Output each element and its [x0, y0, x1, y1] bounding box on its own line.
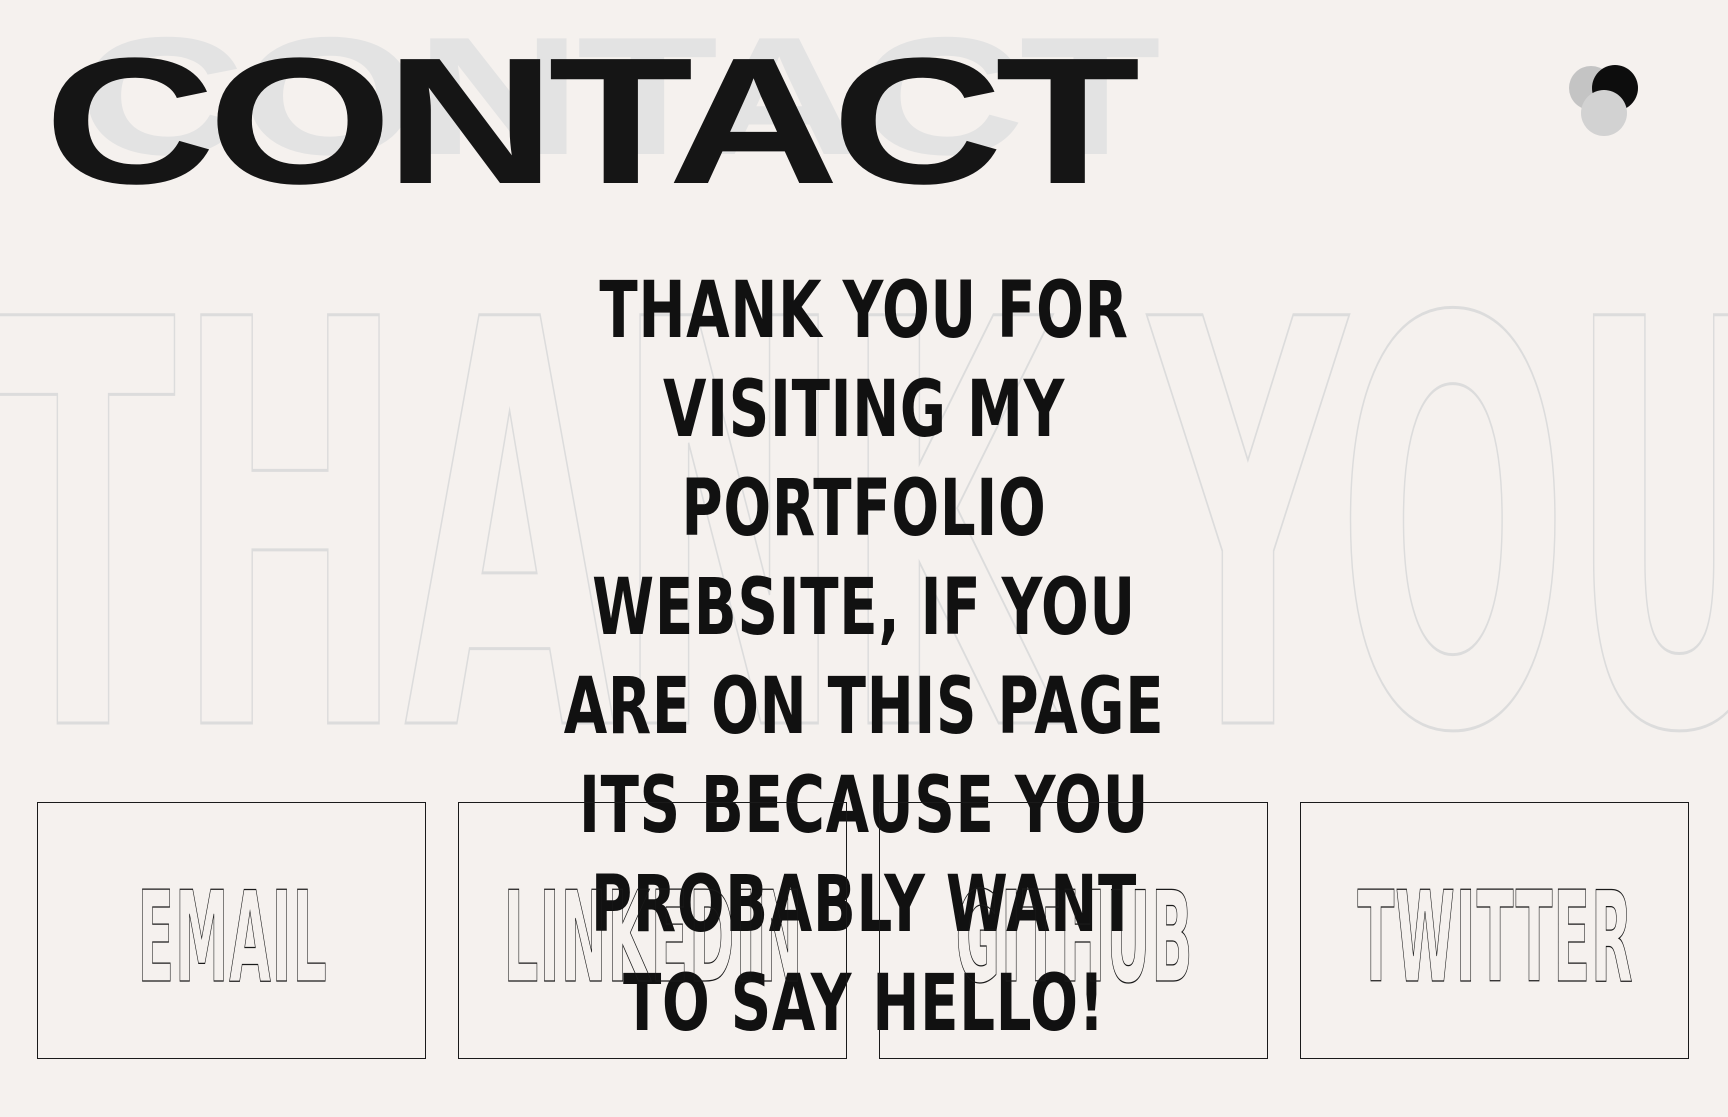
linkedin-link-card[interactable]: LINKEDIN: [458, 802, 847, 1059]
twitter-link-card[interactable]: TWITTER: [1300, 802, 1689, 1059]
linkedin-link-label: LINKEDIN: [504, 864, 804, 1011]
menu-dots-icon[interactable]: [1565, 60, 1645, 140]
page-title: CONTACT: [44, 21, 1140, 222]
email-link-card[interactable]: EMAIL: [37, 802, 426, 1059]
twitter-link-label: TWITTER: [1358, 864, 1634, 1011]
contact-page: CONTACT CONTACT THANK YOU THANK YOU FOR …: [0, 0, 1728, 1117]
github-link-card[interactable]: GITHUB: [879, 802, 1268, 1059]
contact-links: EMAIL LINKEDIN GITHUB TWITTER: [37, 802, 1691, 1060]
github-link-label: GITHUB: [956, 864, 1194, 1011]
dot-grey-icon: [1581, 90, 1627, 136]
email-link-label: EMAIL: [138, 864, 328, 1011]
